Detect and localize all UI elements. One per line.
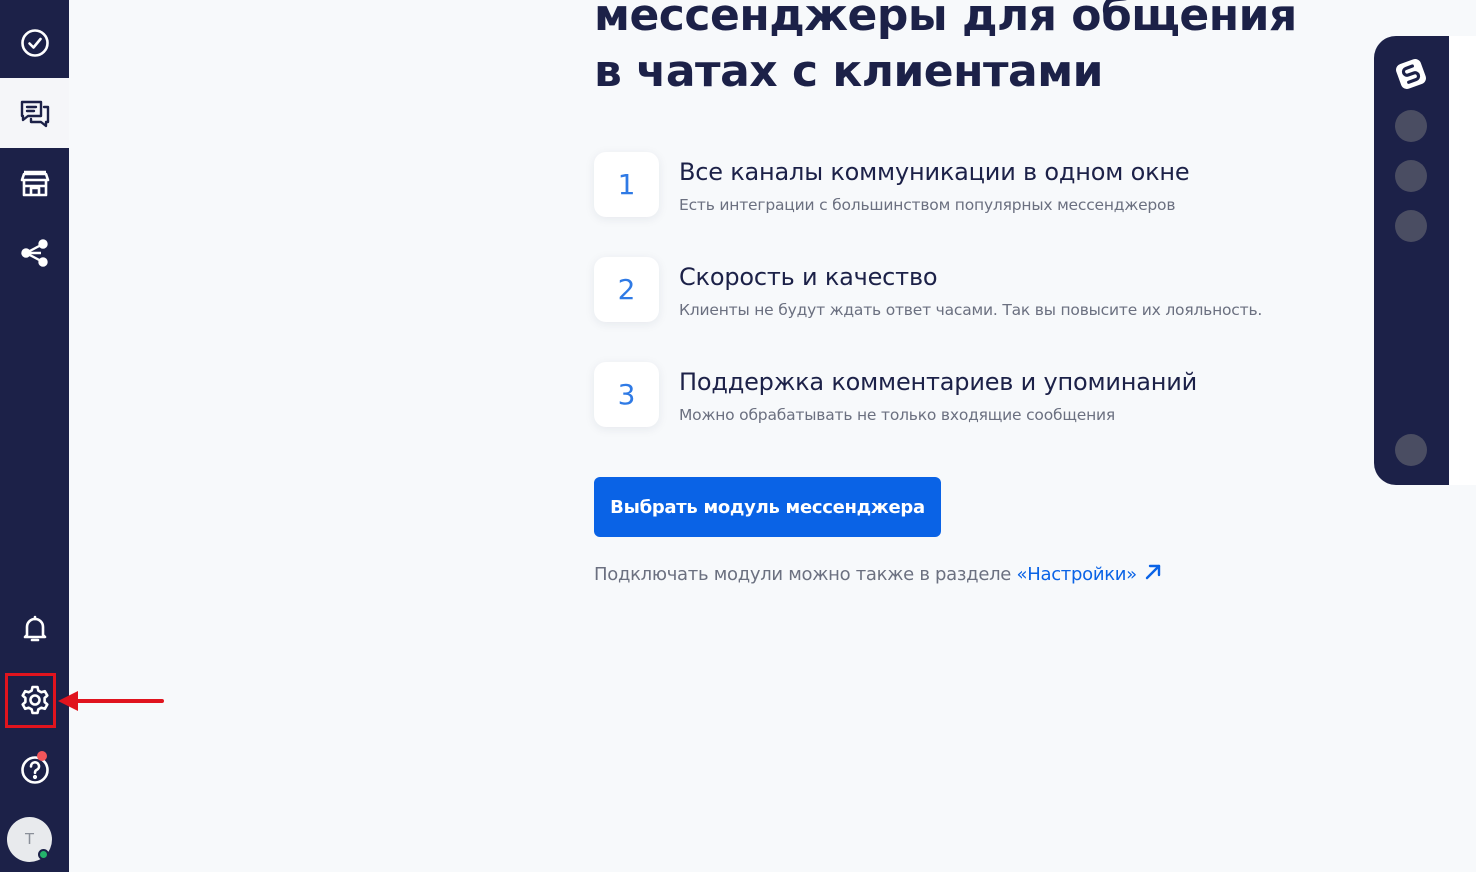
panel-app-dot[interactable] [1395, 210, 1427, 242]
settings-highlight-box [5, 673, 56, 728]
bell-icon [23, 615, 46, 642]
store-icon [20, 170, 49, 197]
sidebar-item-notifications[interactable] [0, 594, 69, 664]
sidebar-item-integrations[interactable] [0, 218, 69, 288]
annotation-arrow-icon [58, 691, 164, 711]
sidebar-item-help[interactable] [0, 735, 69, 805]
brand-logo-icon[interactable] [1393, 56, 1429, 92]
feature-title: Скорость и качество [679, 263, 938, 291]
headline-line-1: мессенджеры для общения [594, 0, 1297, 41]
feature-description: Клиенты не будут ждать ответ часами. Так… [679, 301, 1263, 319]
settings-link-label: «Настройки» [1016, 564, 1138, 585]
feature-number: 1 [594, 152, 659, 217]
help-notification-badge [37, 751, 47, 761]
feature-item: 2 Скорость и качество Клиенты не будут ж… [594, 257, 1354, 323]
feature-description: Есть интеграции с большинством популярны… [679, 196, 1176, 214]
chat-bubbles-icon [20, 100, 49, 128]
headline-line-2: в чатах с клиентами [594, 46, 1104, 97]
right-edge-panel [1449, 36, 1476, 485]
sidebar-item-marketplace[interactable] [0, 148, 69, 218]
external-link-arrow-icon [1145, 564, 1161, 580]
feature-item: 3 Поддержка комментариев и упоминаний Мо… [594, 362, 1354, 428]
check-circle-icon [20, 29, 49, 57]
sidebar-item-tasks[interactable] [0, 8, 69, 78]
avatar-initial: T [24, 830, 35, 848]
choose-messenger-module-button[interactable]: Выбрать модуль мессенджера [594, 477, 941, 537]
feature-description: Можно обрабатывать не только входящие со… [679, 406, 1115, 424]
share-nodes-icon [20, 239, 48, 267]
right-side-panel [1374, 36, 1449, 485]
feature-number: 2 [594, 257, 659, 322]
main-sidebar: T [0, 0, 69, 872]
online-status-dot [38, 849, 49, 860]
feature-item: 1 Все каналы коммуникации в одном окне Е… [594, 152, 1354, 218]
sidebar-item-chats[interactable] [0, 78, 69, 148]
settings-link[interactable]: «Настройки» [1017, 564, 1163, 585]
page-headline: мессенджеры для общения в чатах с клиент… [594, 0, 1354, 100]
feature-title: Поддержка комментариев и упоминаний [679, 368, 1198, 396]
hint-text: Подключать модули можно также в разделе [594, 564, 1017, 585]
panel-app-dot[interactable] [1395, 434, 1427, 466]
panel-app-dot[interactable] [1395, 110, 1427, 142]
feature-title: Все каналы коммуникации в одном окне [679, 158, 1190, 186]
feature-number: 3 [594, 362, 659, 427]
panel-app-dot[interactable] [1395, 160, 1427, 192]
settings-hint: Подключать модули можно также в разделе … [594, 562, 1163, 585]
